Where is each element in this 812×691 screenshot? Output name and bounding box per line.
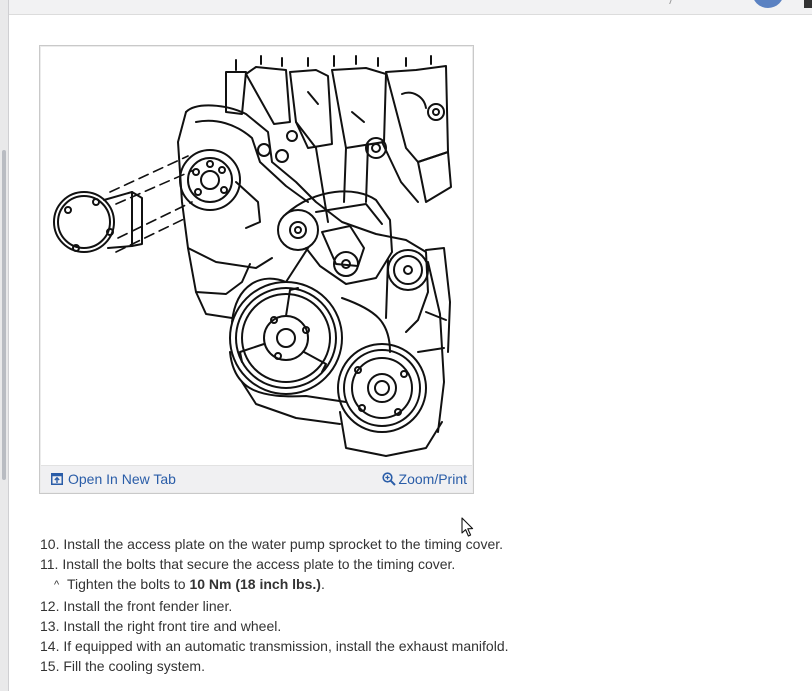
substep-suffix: . <box>320 576 325 593</box>
profile-avatar[interactable] <box>752 0 784 8</box>
step-number: 11. <box>40 556 59 573</box>
toolbar-glyph-icon <box>663 0 674 4</box>
zoom-print-link[interactable]: Zoom/Print <box>381 471 467 487</box>
step-number: 14. <box>40 638 60 655</box>
step-number: 12. <box>40 597 60 614</box>
step-text: If equipped with an automatic transmissi… <box>63 638 509 655</box>
toolbar-edge-icon <box>804 0 812 8</box>
torque-value: 10 Nm (18 inch lbs.) <box>189 576 321 593</box>
substep-prefix: Tighten the bolts to <box>67 576 190 593</box>
step-12: 12. Install the front fender liner. <box>40 596 740 616</box>
step-13: 13. Install the right front tire and whe… <box>40 616 740 636</box>
zoom-magnifier-icon <box>381 472 396 486</box>
scrollbar-thumb[interactable] <box>2 150 6 480</box>
mouse-pointer-icon <box>461 517 474 537</box>
engine-drawing-image <box>53 55 452 457</box>
step-text: Fill the cooling system. <box>63 658 205 675</box>
step-11-substep: ^ Tighten the bolts to 10 Nm (18 inch lbs… <box>40 574 740 595</box>
open-in-new-tab-link[interactable]: Open In New Tab <box>51 471 176 487</box>
step-number: 10. <box>40 536 60 552</box>
step-text: Install the access plate on the water pu… <box>63 536 504 552</box>
step-number: 15. <box>40 658 60 675</box>
open-in-new-tab-icon <box>51 473 63 485</box>
left-scrollbar[interactable] <box>0 0 9 691</box>
step-10: 10. Install the access plate on the wate… <box>40 534 740 554</box>
engine-illustration-figure: Open In New Tab Zoom/Print <box>39 45 474 494</box>
figure-footer: Open In New Tab Zoom/Print <box>41 465 472 492</box>
step-11: 11. Install the bolts that secure the ac… <box>40 554 740 574</box>
zoom-print-label: Zoom/Print <box>398 471 467 487</box>
procedure-steps: 10. Install the access plate on the wate… <box>40 534 740 676</box>
step-number: 13. <box>40 617 60 634</box>
step-text: Install the right front tire and wheel. <box>63 617 282 634</box>
step-14: 14. If equipped with an automatic transm… <box>40 636 740 656</box>
step-15: 15. Fill the cooling system. <box>40 656 740 676</box>
step-text: Install the front fender liner. <box>63 597 233 614</box>
substep-marker-icon: ^ <box>54 579 60 592</box>
open-in-new-tab-label: Open In New Tab <box>68 471 176 487</box>
engine-belt-diagram <box>46 52 467 469</box>
step-text: Install the bolts that secure the access… <box>62 556 456 573</box>
browser-top-bar <box>0 0 812 15</box>
